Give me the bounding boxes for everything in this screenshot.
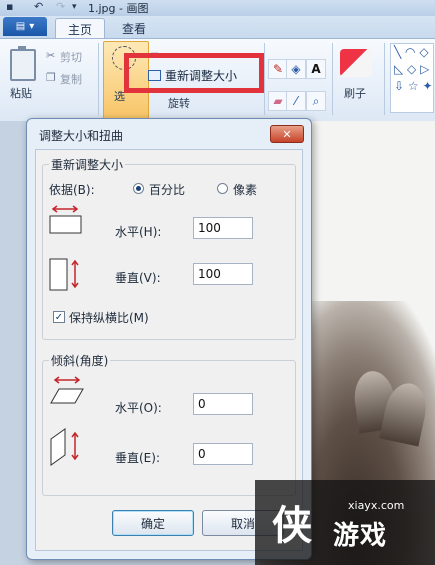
vertical-input[interactable] [193, 263, 253, 285]
maintain-ratio-checkbox[interactable]: ✓ [53, 311, 65, 323]
vertical-skew-icon [50, 428, 79, 466]
text-icon[interactable]: A [306, 59, 326, 79]
horizontal-skew-icon [50, 376, 84, 404]
copy-button[interactable]: 复制 [60, 71, 82, 87]
skew-horizontal-label: 水平(O): [115, 401, 162, 415]
skew-vertical-input[interactable] [193, 443, 253, 465]
scissors-icon: ✂ [46, 49, 56, 62]
title-bar: ▪ ↶ ↷ ▾ 1.jpg - 画图 [0, 0, 435, 16]
customize-dropdown-icon[interactable]: ▾ [72, 2, 77, 16]
divider [264, 43, 265, 115]
percentage-label[interactable]: 百分比 [149, 181, 185, 198]
line-shape-icon[interactable]: ╲ ◠ ◇ [394, 44, 433, 61]
tab-home[interactable]: 主页 [55, 18, 105, 39]
watermark-url: xiayx.com [348, 499, 405, 512]
paste-icon[interactable] [10, 46, 36, 81]
skew-group-title: 倾斜(角度) [49, 352, 111, 369]
window-title: 1.jpg - 画图 [88, 2, 149, 15]
dialog-title: 调整大小和扭曲 [39, 129, 124, 143]
save-icon[interactable]: ▪ [6, 0, 13, 14]
horizontal-label: 水平(H): [115, 225, 162, 239]
dropdown-arrow-icon: ▾ [29, 21, 35, 32]
copy-icon: ❐ [46, 71, 56, 84]
vertical-resize-icon [49, 258, 79, 291]
by-label: 依据(B): [49, 183, 95, 197]
brush-icon[interactable] [340, 49, 372, 77]
pencil-icon[interactable]: ✎ [268, 59, 288, 79]
skew-group: 倾斜(角度) 水平(O): 垂直(E): [42, 352, 296, 496]
horizontal-input[interactable] [193, 217, 253, 239]
watermark-name: 游戏 [333, 521, 388, 551]
highlight-box [124, 53, 264, 93]
cut-button[interactable]: 剪切 [60, 49, 82, 65]
resize-group: 重新调整大小 依据(B): 百分比 像素 水平(H): 垂直(V): [42, 156, 296, 340]
rotate-button[interactable]: 旋转 [168, 95, 190, 111]
divider [384, 43, 385, 115]
ribbon-tabs: ▤ ▾ 主页 查看 [0, 16, 435, 39]
paint-menu-button[interactable]: ▤ ▾ [3, 17, 47, 36]
percentage-radio[interactable] [133, 183, 144, 194]
watermark-logo: 侠 [272, 503, 312, 549]
undo-icon[interactable]: ↶ [34, 0, 43, 14]
brushes-label[interactable]: 刷子 [344, 85, 366, 101]
close-button[interactable]: ✕ [270, 125, 304, 143]
vertical-label: 垂直(V): [115, 271, 161, 285]
pixels-radio[interactable] [217, 183, 228, 194]
redo-icon[interactable]: ↷ [56, 0, 65, 14]
shapes-gallery[interactable]: ╲ ◠ ◇ ◺ ◇ ▷ ⇩ ☆ ✦ [390, 43, 434, 113]
skew-horizontal-input[interactable] [193, 393, 253, 415]
ok-button[interactable]: 确定 [112, 510, 194, 536]
horizontal-resize-icon [49, 205, 82, 234]
skew-vertical-label: 垂直(E): [115, 451, 160, 465]
tab-view[interactable]: 查看 [112, 18, 156, 38]
fill-icon[interactable]: ◈ [286, 59, 306, 79]
divider [98, 43, 99, 115]
divider [332, 43, 333, 115]
resize-group-title: 重新调整大小 [49, 156, 126, 173]
pixels-label[interactable]: 像素 [233, 181, 257, 198]
magnifier-icon[interactable]: ⌕ [306, 91, 326, 111]
maintain-ratio-label[interactable]: 保持纵横比(M) [69, 309, 149, 326]
arrow-shape-icon[interactable]: ⇩ ☆ ✦ [394, 78, 433, 95]
color-picker-icon[interactable]: ⁄ [286, 91, 306, 111]
paint-menu-icon: ▤ [15, 21, 26, 32]
triangle-shape-icon[interactable]: ◺ ◇ ▷ [394, 61, 433, 78]
eraser-icon[interactable]: ▰ [268, 91, 288, 111]
paste-label[interactable]: 粘贴 [10, 85, 32, 101]
